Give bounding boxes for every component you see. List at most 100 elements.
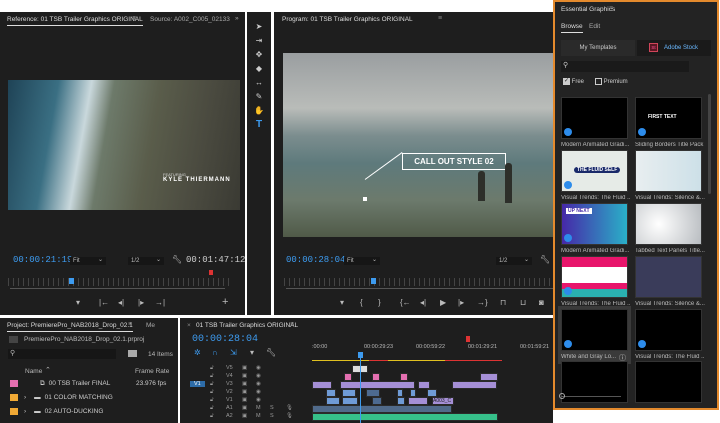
filter-free[interactable]: ✓ Free bbox=[563, 78, 584, 85]
go-to-out-icon[interactable]: →| bbox=[155, 298, 165, 307]
lift-icon[interactable]: ⊓ bbox=[500, 298, 506, 307]
project-item[interactable]: › ▬ 01 COLOR MATCHING bbox=[10, 394, 113, 401]
pen-tool-icon[interactable]: ✎ bbox=[247, 92, 271, 101]
playhead[interactable] bbox=[371, 278, 376, 284]
eye-icon[interactable]: ◉ bbox=[256, 389, 261, 395]
source-patch[interactable]: V1 bbox=[190, 381, 205, 387]
export-frame-icon[interactable]: ◙ bbox=[539, 298, 544, 307]
step-forward-icon[interactable]: |▸ bbox=[138, 298, 144, 307]
lock-icon[interactable]: 🔓︎ bbox=[210, 365, 214, 372]
adobe-stock-button[interactable]: St Adobe Stock bbox=[637, 40, 711, 56]
timeline-clip[interactable] bbox=[418, 381, 430, 389]
mute-button[interactable]: M bbox=[256, 405, 261, 411]
template-thumbnail[interactable]: UP NEXT bbox=[561, 203, 628, 245]
go-to-in-icon[interactable]: |← bbox=[99, 298, 109, 307]
template-thumbnail[interactable] bbox=[635, 309, 702, 351]
track-header[interactable]: 🔓︎ V4 ▣ ◉ bbox=[190, 373, 300, 381]
sort-icon[interactable]: ⌃ bbox=[45, 366, 51, 374]
go-to-in-icon[interactable]: {← bbox=[400, 298, 411, 307]
track-header[interactable]: 🔓︎ V1 ▣ ◉ bbox=[190, 397, 300, 405]
playhead[interactable] bbox=[69, 278, 74, 284]
tab-browse[interactable]: Browse bbox=[561, 23, 583, 33]
template-thumbnail[interactable] bbox=[561, 256, 628, 298]
panel-menu-icon[interactable]: ≡ bbox=[609, 5, 613, 12]
premium-checkbox[interactable] bbox=[595, 78, 602, 85]
timeline-clip[interactable] bbox=[344, 373, 352, 381]
timeline-clip[interactable]: A003_C bbox=[432, 397, 454, 405]
thumbnail-size-slider[interactable] bbox=[561, 396, 621, 397]
nest-icon[interactable]: ✲ bbox=[194, 348, 201, 357]
panel-menu-icon[interactable]: ≡ bbox=[290, 321, 294, 328]
sync-lock-icon[interactable]: ▣ bbox=[242, 373, 247, 379]
razor-tool-icon[interactable]: ◆ bbox=[247, 64, 271, 73]
eye-icon[interactable]: ◉ bbox=[256, 373, 261, 379]
tab-project[interactable]: Project: PremierePro_NAB2018_Drop_02.1 bbox=[7, 322, 133, 332]
timeline-clip[interactable] bbox=[452, 381, 497, 389]
track-header[interactable]: 🔓︎ V2 ▣ ◉ bbox=[190, 389, 300, 397]
scrollbar[interactable] bbox=[286, 288, 553, 289]
extract-icon[interactable]: ⊔ bbox=[520, 298, 526, 307]
track-header[interactable]: 🔓︎ A2 ▣ M S 🎙︎ bbox=[190, 413, 300, 421]
template-thumbnail[interactable]: THE FLUID SELF bbox=[561, 150, 628, 192]
lock-icon[interactable]: 🔓︎ bbox=[210, 413, 214, 420]
eye-icon[interactable]: ◉ bbox=[256, 397, 261, 403]
source-timecode[interactable]: 00:00:21:19 bbox=[13, 255, 72, 265]
timeline-clip[interactable] bbox=[480, 373, 498, 381]
panel-menu-icon[interactable]: ≡ bbox=[132, 15, 136, 22]
wrench-icon[interactable]: 🔧︎ bbox=[172, 255, 182, 264]
search-input[interactable]: ⚲ bbox=[561, 61, 689, 72]
track-header[interactable]: V1 🔓︎ V3 ▣ ◉ bbox=[190, 381, 300, 389]
panel-menu-icon[interactable]: ≡ bbox=[128, 321, 132, 328]
tab-reference[interactable]: Reference: 01 TSB Trailer Graphics ORIGI… bbox=[7, 16, 143, 26]
wrench-icon[interactable]: 🔧︎ bbox=[266, 348, 276, 357]
mark-out-icon[interactable]: } bbox=[378, 298, 381, 307]
play-icon[interactable]: ▶ bbox=[440, 298, 446, 307]
timeline-clip[interactable] bbox=[326, 389, 336, 397]
solo-button[interactable]: S bbox=[270, 413, 274, 419]
project-item[interactable]: ⧉ 00 TSB Trailer FINAL 23.976 fps bbox=[10, 380, 166, 388]
my-templates-button[interactable]: My Templates bbox=[561, 40, 635, 56]
timeline-clip[interactable] bbox=[366, 389, 380, 397]
track-select-tool-icon[interactable]: ⇥ bbox=[247, 36, 271, 45]
free-checkbox[interactable]: ✓ bbox=[563, 78, 570, 85]
timeline-clip[interactable] bbox=[312, 405, 452, 413]
panel-menu-icon[interactable]: ≡ bbox=[438, 15, 442, 22]
track-header[interactable]: 🔓︎ A1 ▣ M S 🎙︎ bbox=[190, 405, 300, 413]
template-thumbnail[interactable] bbox=[635, 203, 702, 245]
mic-icon[interactable]: 🎙︎ bbox=[286, 413, 293, 419]
template-thumbnail[interactable] bbox=[635, 361, 702, 403]
step-forward-icon[interactable]: |▸ bbox=[458, 298, 464, 307]
zoom-select[interactable]: Fit bbox=[70, 256, 106, 265]
timeline-clip[interactable] bbox=[397, 397, 405, 405]
sync-lock-icon[interactable]: ▣ bbox=[242, 397, 247, 403]
lock-icon[interactable]: 🔓︎ bbox=[210, 405, 214, 412]
solo-button[interactable]: S bbox=[270, 405, 274, 411]
bin-icon[interactable] bbox=[128, 350, 137, 357]
timeline-title[interactable]: 01 TSB Trailer Graphics ORIGINAL bbox=[196, 322, 298, 329]
timeline-clip[interactable] bbox=[397, 389, 403, 397]
scrollbar[interactable] bbox=[708, 94, 711, 194]
hand-tool-icon[interactable]: ✋ bbox=[247, 106, 271, 115]
snap-icon[interactable]: ∩ bbox=[212, 348, 218, 357]
add-button-icon[interactable]: + bbox=[222, 296, 228, 308]
timeline-clip[interactable] bbox=[312, 381, 332, 389]
template-thumbnail[interactable] bbox=[635, 150, 702, 192]
timeline-clip[interactable] bbox=[312, 413, 498, 421]
timeline-clip[interactable] bbox=[342, 397, 358, 405]
sync-lock-icon[interactable]: ▣ bbox=[242, 381, 247, 387]
mute-button[interactable]: M bbox=[256, 413, 261, 419]
timeline-clip[interactable] bbox=[410, 389, 416, 397]
expand-icon[interactable]: › bbox=[24, 408, 26, 415]
step-back-icon[interactable]: ◂| bbox=[118, 298, 124, 307]
timeline-close-icon[interactable]: × bbox=[187, 322, 191, 329]
slider-knob-icon[interactable] bbox=[559, 393, 565, 399]
resolution-select[interactable]: 1/2 bbox=[128, 256, 164, 265]
template-thumbnail[interactable] bbox=[561, 97, 628, 139]
project-search-input[interactable]: ⚲ bbox=[8, 349, 116, 359]
sync-lock-icon[interactable]: ▣ bbox=[242, 365, 247, 371]
project-item[interactable]: › ▬ 02 AUTO-DUCKING bbox=[10, 408, 103, 415]
lock-icon[interactable]: 🔓︎ bbox=[210, 381, 214, 388]
program-title[interactable]: Program: 01 TSB Trailer Graphics ORIGINA… bbox=[282, 16, 413, 23]
resolution-select[interactable]: 1/2 bbox=[496, 256, 532, 265]
timeline-clip[interactable] bbox=[408, 397, 428, 405]
